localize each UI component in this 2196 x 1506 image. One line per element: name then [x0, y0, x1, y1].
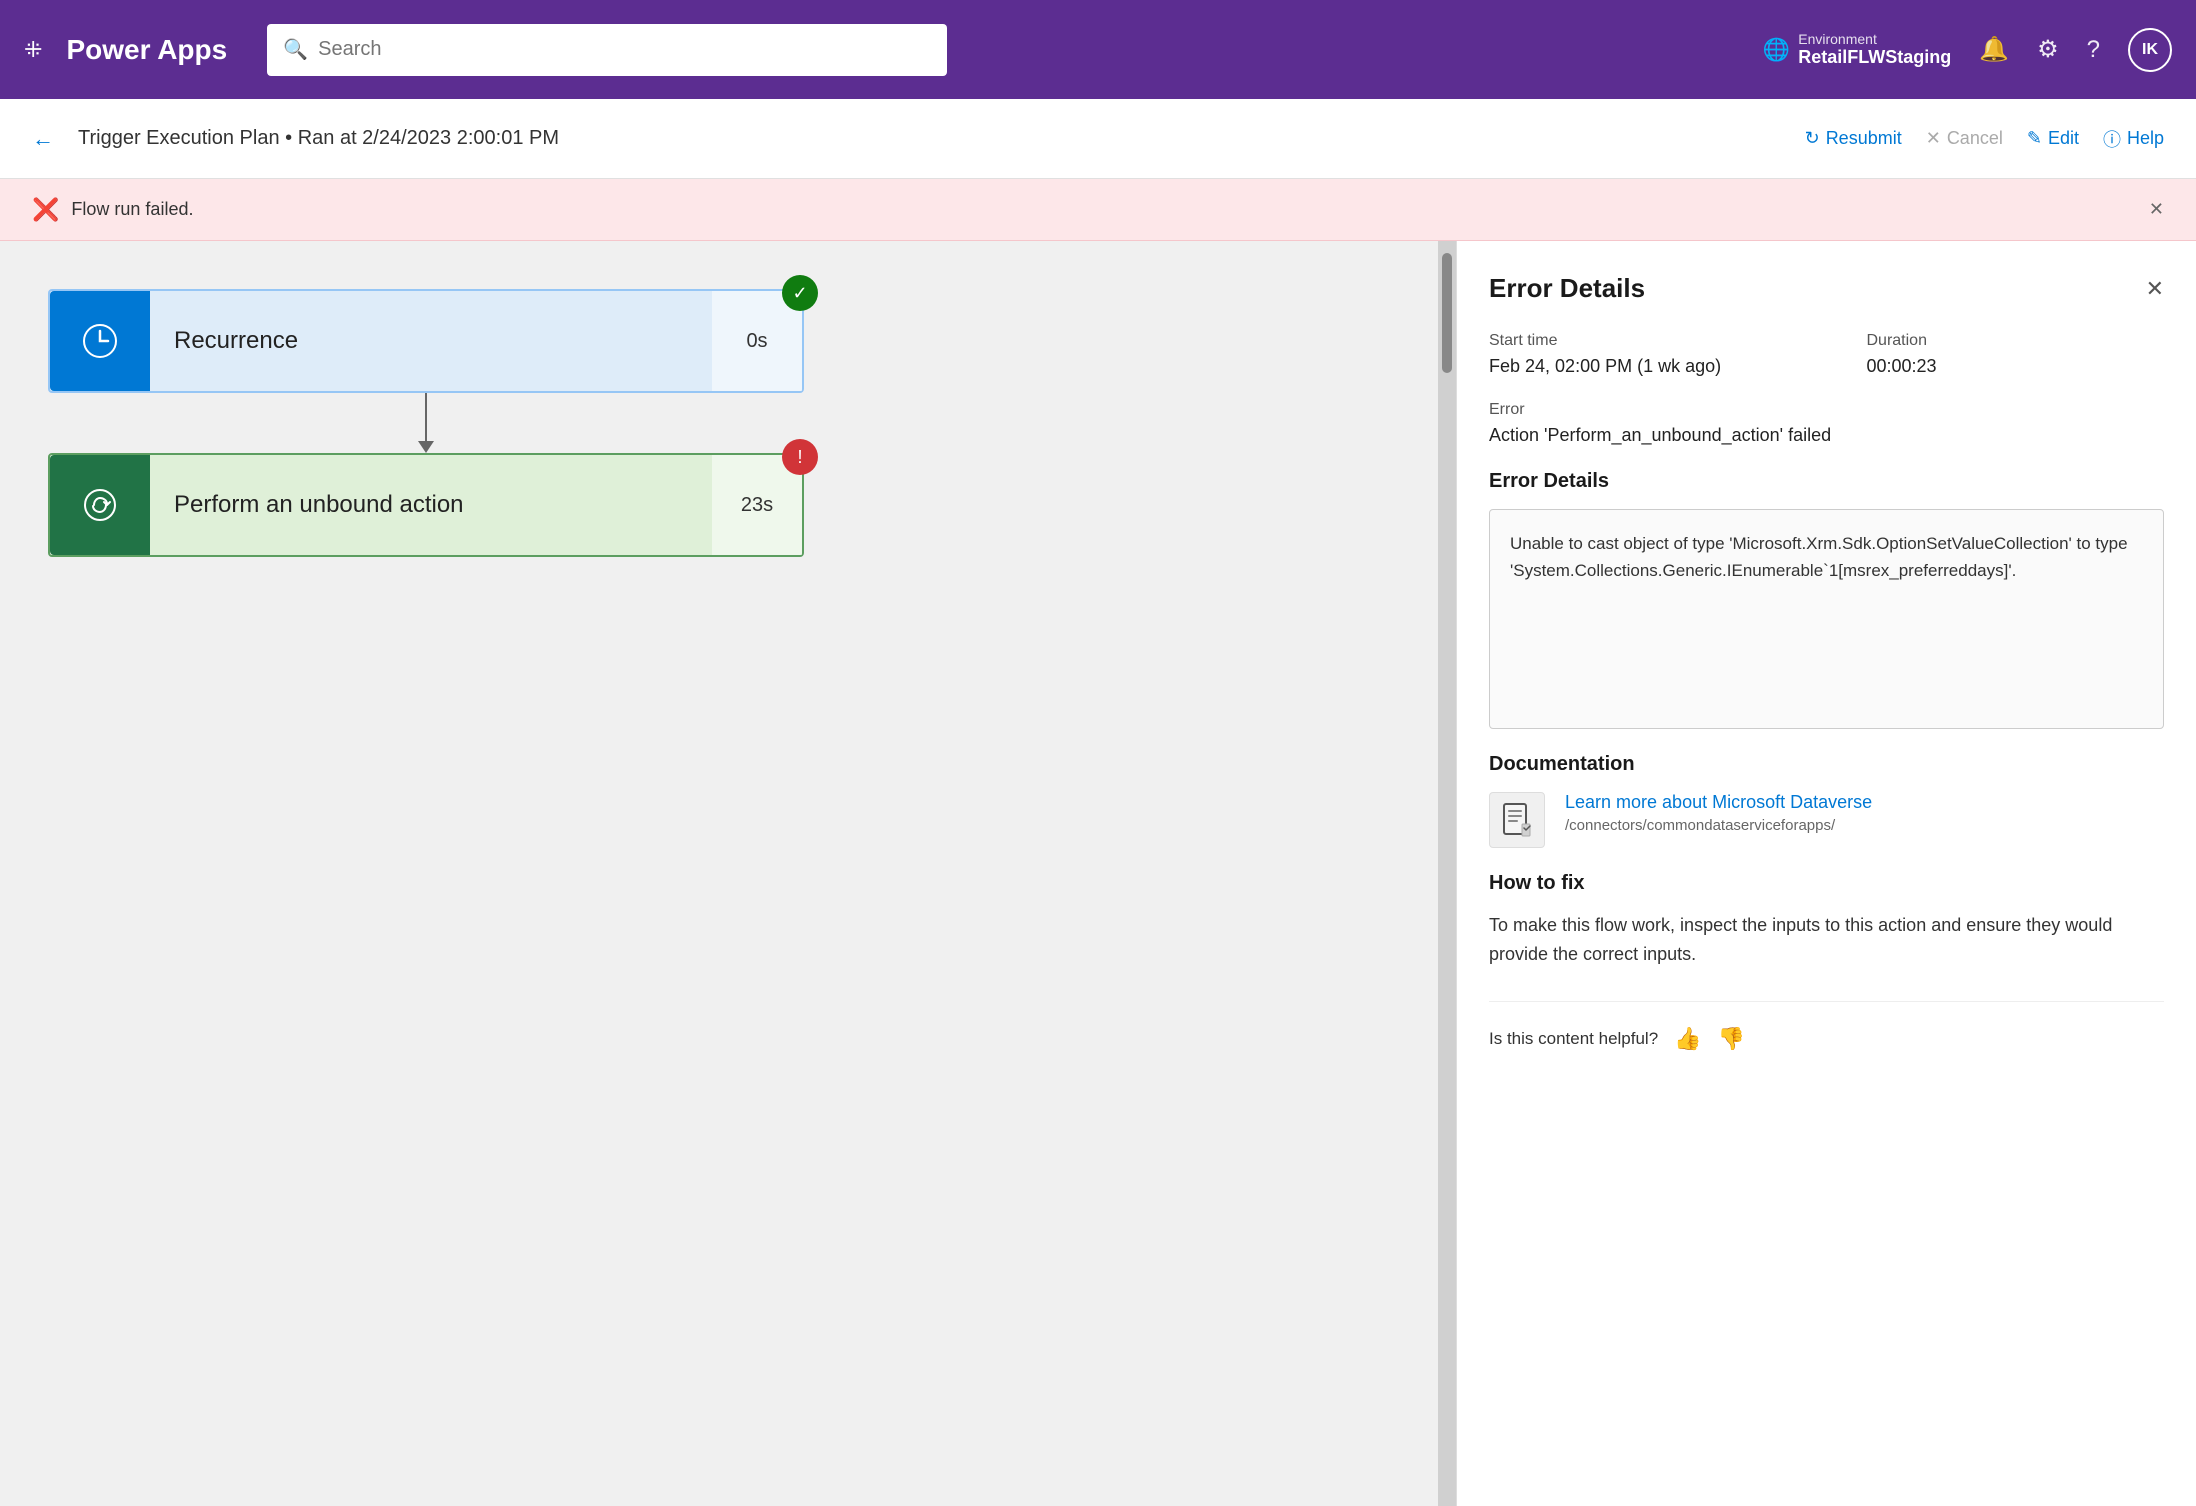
feedback-label: Is this content helpful?	[1489, 1029, 1658, 1049]
recurrence-status-badge: ✓	[782, 275, 818, 311]
back-button[interactable]: ←	[32, 126, 54, 152]
error-banner-close[interactable]: ✕	[2149, 199, 2164, 220]
action-node-label: Perform an unbound action	[150, 491, 712, 519]
documentation-section-title: Documentation	[1489, 753, 2164, 776]
grid-icon[interactable]: ⁜	[24, 37, 42, 63]
help-circle-icon: ⓘ	[2103, 126, 2121, 152]
how-to-fix-title: How to fix	[1489, 872, 2164, 895]
edit-button[interactable]: ✎ Edit	[2027, 128, 2079, 149]
doc-link-content: Learn more about Microsoft Dataverse /co…	[1565, 792, 2164, 834]
error-section: Error Action 'Perform_an_unbound_action'…	[1489, 401, 2164, 446]
avatar[interactable]: IK	[2128, 28, 2172, 72]
action-status-badge: !	[782, 439, 818, 475]
globe-icon: 🌐	[1763, 37, 1790, 63]
thumbs-up-button[interactable]: 👍	[1674, 1026, 1701, 1052]
environment-info: 🌐 Environment RetailFLWStaging	[1763, 31, 1951, 68]
panel-close-button[interactable]: ✕	[2146, 276, 2164, 302]
help-icon[interactable]: ?	[2087, 36, 2100, 64]
doc-link-icon	[1489, 792, 1545, 848]
start-time-value: Feb 24, 02:00 PM (1 wk ago)	[1489, 356, 1787, 377]
search-icon: 🔍	[283, 37, 308, 62]
start-time-col: Start time Feb 24, 02:00 PM (1 wk ago)	[1489, 332, 1787, 377]
sub-header-actions: ↻ Resubmit ✕ Cancel ✎ Edit ⓘ Help	[1805, 126, 2164, 152]
how-to-fix-section: How to fix To make this flow work, inspe…	[1489, 872, 2164, 969]
edit-icon: ✎	[2027, 128, 2042, 149]
error-label: Error	[1489, 401, 2164, 419]
error-details-panel: Error Details ✕ Start time Feb 24, 02:00…	[1456, 241, 2196, 1506]
start-time-label: Start time	[1489, 332, 1787, 350]
environment-label: Environment	[1798, 31, 1951, 47]
error-value: Action 'Perform_an_unbound_action' faile…	[1489, 425, 2164, 446]
main-area: Recurrence 0s ✓ Perform an unbound actio…	[0, 241, 2196, 1506]
resubmit-icon: ↻	[1805, 128, 1820, 149]
scroll-thumb[interactable]	[1442, 253, 1452, 373]
app-logo: Power Apps	[66, 34, 227, 66]
flow-node-recurrence[interactable]: Recurrence 0s ✓	[48, 289, 804, 393]
doc-link-card: Learn more about Microsoft Dataverse /co…	[1489, 792, 2164, 848]
duration-label: Duration	[1867, 332, 2165, 350]
breadcrumb: Trigger Execution Plan • Ran at 2/24/202…	[78, 127, 1789, 150]
flow-node-action[interactable]: Perform an unbound action 23s !	[48, 453, 804, 557]
arrow-line	[425, 393, 427, 441]
error-banner: ❌ Flow run failed. ✕	[0, 179, 2196, 241]
error-circle-icon: ❌	[32, 197, 59, 223]
panel-header: Error Details ✕	[1489, 273, 2164, 304]
cancel-icon: ✕	[1926, 128, 1941, 149]
notifications-icon[interactable]: 🔔	[1979, 35, 2009, 64]
duration-col: Duration 00:00:23	[1867, 332, 2165, 377]
sub-header: ← Trigger Execution Plan • Ran at 2/24/2…	[0, 99, 2196, 179]
error-details-section-title: Error Details	[1489, 470, 2164, 493]
recurrence-node-label: Recurrence	[150, 327, 712, 355]
cancel-button[interactable]: ✕ Cancel	[1926, 128, 2003, 149]
canvas-scrollbar[interactable]	[1438, 241, 1456, 1506]
flow-canvas: Recurrence 0s ✓ Perform an unbound actio…	[0, 241, 1438, 1506]
doc-link-title[interactable]: Learn more about Microsoft Dataverse	[1565, 792, 2164, 813]
nav-right-section: 🌐 Environment RetailFLWStaging 🔔 ⚙ ? IK	[1763, 28, 2172, 72]
panel-title: Error Details	[1489, 273, 1645, 304]
doc-link-url: /connectors/commondataserviceforapps/	[1565, 817, 2164, 834]
help-button[interactable]: ⓘ Help	[2103, 126, 2164, 152]
resubmit-button[interactable]: ↻ Resubmit	[1805, 128, 1902, 149]
panel-time-row: Start time Feb 24, 02:00 PM (1 wk ago) D…	[1489, 332, 2164, 377]
how-to-fix-text: To make this flow work, inspect the inpu…	[1489, 911, 2164, 969]
error-details-box: Unable to cast object of type 'Microsoft…	[1489, 509, 2164, 729]
top-navigation: ⁜ Power Apps 🔍 🌐 Environment RetailFLWSt…	[0, 0, 2196, 99]
action-node-icon	[50, 455, 150, 555]
search-box[interactable]: 🔍	[267, 24, 947, 76]
recurrence-node-icon	[50, 291, 150, 391]
settings-icon[interactable]: ⚙	[2037, 35, 2059, 64]
flow-arrow	[48, 393, 804, 453]
thumbs-down-button[interactable]: 👎	[1718, 1026, 1745, 1052]
search-input[interactable]	[318, 38, 931, 61]
environment-name: RetailFLWStaging	[1798, 47, 1951, 68]
error-details-section: Error Details Unable to cast object of t…	[1489, 470, 2164, 729]
arrow-head	[418, 441, 434, 453]
feedback-row: Is this content helpful? 👍 👎	[1489, 1001, 2164, 1052]
documentation-section: Documentation Learn more about Microsoft…	[1489, 753, 2164, 848]
error-banner-text: Flow run failed.	[71, 199, 2137, 220]
duration-value: 00:00:23	[1867, 356, 2165, 377]
